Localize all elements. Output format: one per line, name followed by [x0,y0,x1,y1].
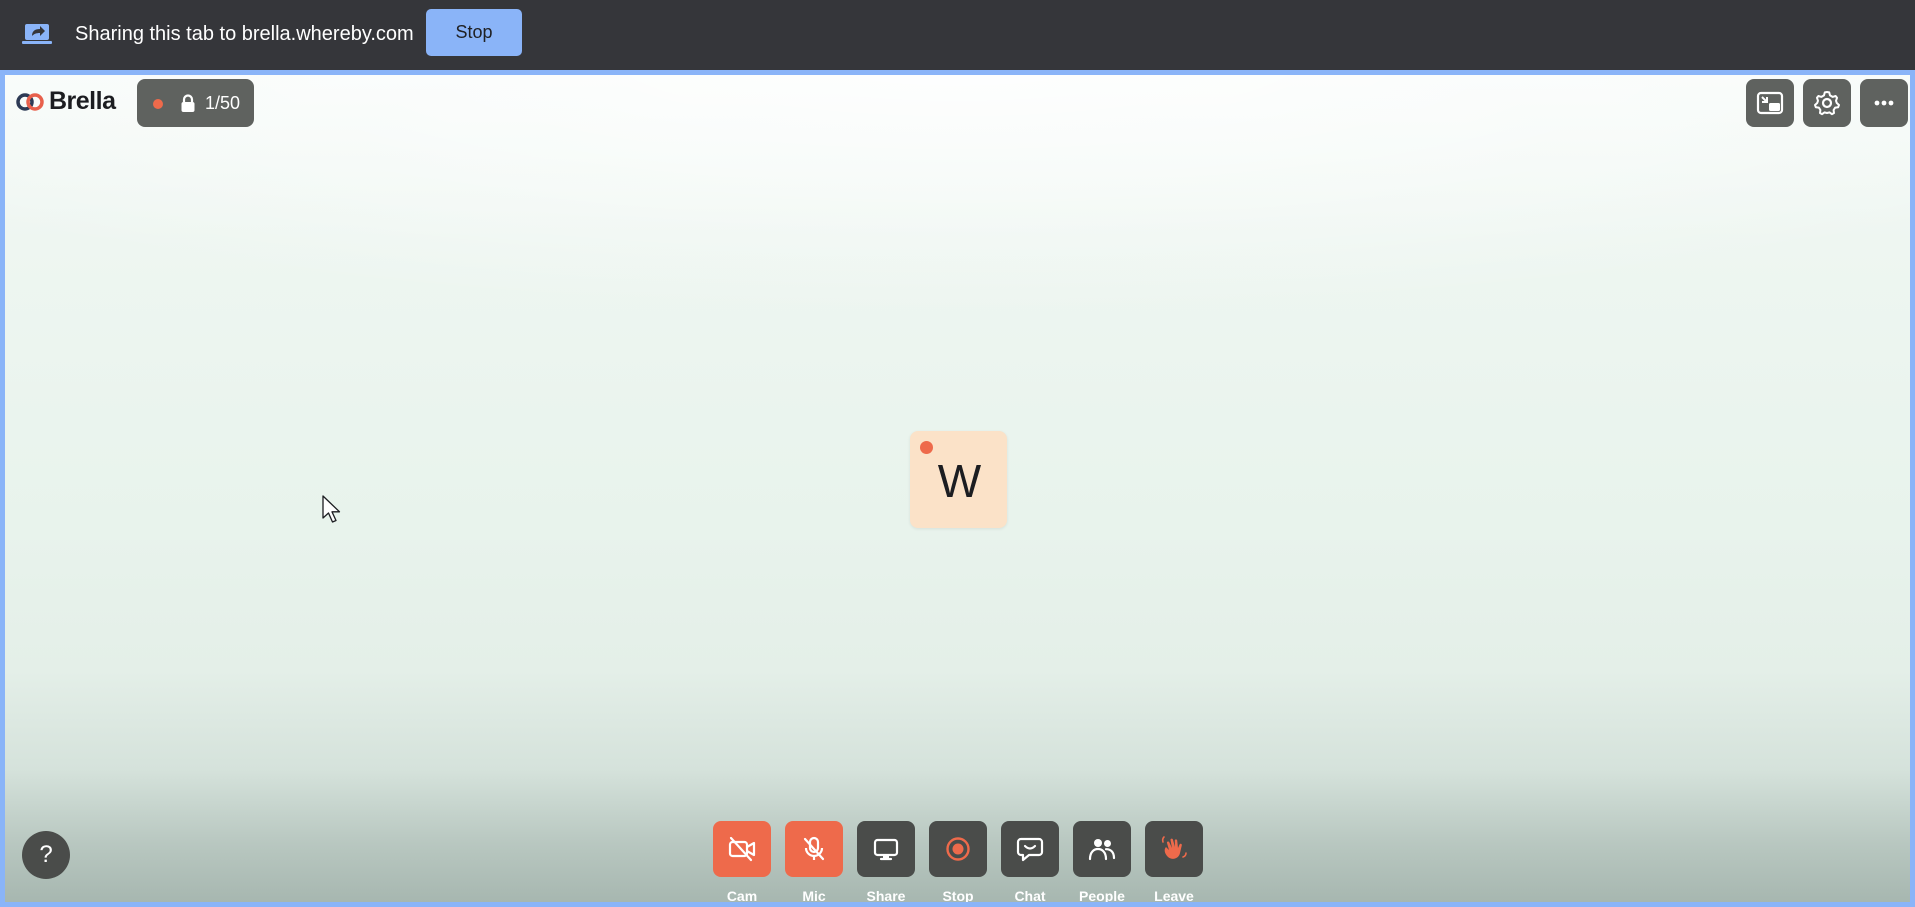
picture-in-picture-button[interactable] [1746,79,1794,127]
brand-name: Brella [49,87,116,115]
room-status-pill[interactable]: 1/50 [137,79,254,127]
sharing-status-text: Sharing this tab to brella.whereby.com [75,23,414,45]
people-icon [1088,839,1116,861]
gear-icon [1814,91,1840,116]
avatar-initial: W [937,455,982,507]
tab-sharing-bar: Sharing this tab to brella.whereby.com S… [0,0,1915,70]
mic-button[interactable] [785,821,843,877]
shared-tab-frame: Brella 1/50 W ? Cam Mic Share Stop Chat … [0,70,1915,907]
chat-control: Chat [1001,821,1059,902]
mouse-cursor-icon [322,495,341,523]
chat-bubble-icon [1016,837,1044,862]
lock-icon [181,94,195,112]
stop-sharing-button[interactable]: Stop [426,9,522,56]
brella-logo: Brella [15,87,116,116]
stop-recording-control: Stop [929,821,987,902]
cam-control: Cam [713,821,771,902]
more-horizontal-icon [1874,100,1894,106]
meeting-room: Brella 1/50 W ? Cam Mic Share Stop Chat … [5,75,1910,902]
participant-avatar: W [910,431,1007,528]
leave-button[interactable] [1145,821,1203,877]
people-control: People [1073,821,1131,902]
camera-off-icon [728,836,756,862]
chat-label: Chat [1014,888,1046,902]
chat-button[interactable] [1001,821,1059,877]
waving-hand-icon [1161,836,1187,859]
cam-button[interactable] [713,821,771,877]
recording-indicator [153,99,163,109]
stop-label: Stop [942,888,974,902]
settings-button[interactable] [1803,79,1851,127]
picture-in-picture-icon [1756,91,1784,115]
stop-recording-button[interactable] [929,821,987,877]
share-label: Share [866,888,906,902]
share-control: Share [857,821,915,902]
more-options-button[interactable] [1860,79,1908,127]
monitor-icon [873,838,899,861]
leave-control: Leave [1145,821,1203,902]
screen-share-icon [22,24,52,44]
meeting-controls-toolbar: Cam Mic Share Stop Chat People Leave [5,821,1910,902]
mic-control: Mic [785,821,843,902]
participant-count: 1/50 [205,93,241,113]
mic-label: Mic [802,888,826,902]
people-button[interactable] [1073,821,1131,877]
share-button[interactable] [857,821,915,877]
record-stop-icon [946,837,970,861]
cam-label: Cam [726,888,758,902]
brella-logo-icon [16,92,44,111]
mic-off-icon [803,836,825,861]
people-label: People [1079,888,1125,902]
leave-label: Leave [1154,888,1194,902]
